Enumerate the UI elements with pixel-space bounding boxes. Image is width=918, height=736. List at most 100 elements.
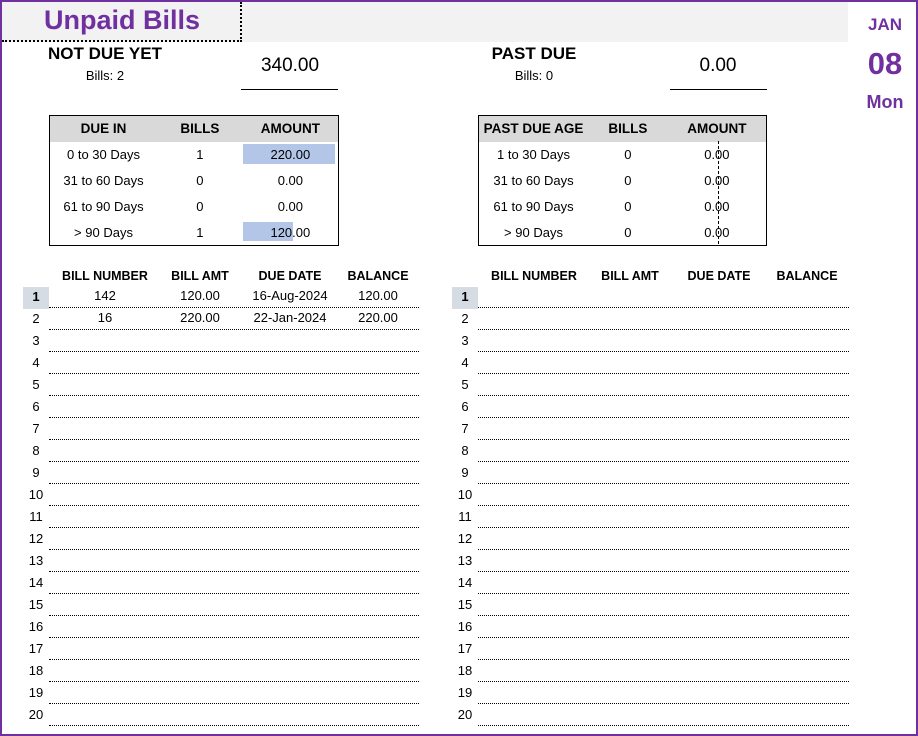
age-bills[interactable]: 1 bbox=[157, 220, 243, 246]
page-title: Unpaid Bills bbox=[44, 5, 201, 35]
row-underline bbox=[478, 395, 849, 396]
left-header-balance: BALANCE bbox=[347, 269, 409, 283]
row-number[interactable]: 3 bbox=[23, 331, 49, 353]
bill-due-date[interactable]: 22-Jan-2024 bbox=[245, 308, 335, 328]
col-header: DUE IN bbox=[49, 115, 158, 142]
row-number[interactable]: 17 bbox=[23, 639, 49, 661]
row-number[interactable]: 6 bbox=[23, 397, 49, 419]
row-number[interactable]: 15 bbox=[452, 595, 478, 617]
bill-due-date[interactable]: 16-Aug-2024 bbox=[245, 286, 335, 306]
row-number[interactable]: 10 bbox=[452, 485, 478, 507]
row-underline bbox=[49, 461, 419, 462]
row-number[interactable]: 20 bbox=[23, 705, 49, 727]
row-underline bbox=[478, 417, 849, 418]
row-number[interactable]: 1 bbox=[23, 287, 49, 309]
row-number[interactable]: 11 bbox=[23, 507, 49, 529]
row-underline bbox=[49, 615, 419, 616]
row-underline bbox=[49, 527, 419, 528]
age-bills[interactable]: 0 bbox=[588, 168, 668, 194]
past-due-bills-count: Bills: 0 bbox=[514, 68, 554, 83]
row-number[interactable]: 14 bbox=[452, 573, 478, 595]
row-number[interactable]: 7 bbox=[452, 419, 478, 441]
date-weekday: Mon bbox=[866, 92, 904, 112]
age-amount[interactable]: 220.00 bbox=[242, 142, 339, 168]
row-number[interactable]: 7 bbox=[23, 419, 49, 441]
row-number[interactable]: 4 bbox=[452, 353, 478, 375]
row-number[interactable]: 12 bbox=[23, 529, 49, 551]
row-underline bbox=[49, 549, 419, 550]
row-underline bbox=[49, 659, 419, 660]
age-bills[interactable]: 0 bbox=[588, 142, 668, 168]
row-number[interactable]: 13 bbox=[452, 551, 478, 573]
row-number[interactable]: 8 bbox=[452, 441, 478, 463]
row-underline bbox=[49, 483, 419, 484]
row-underline bbox=[478, 307, 849, 308]
row-number[interactable]: 16 bbox=[23, 617, 49, 639]
row-number[interactable]: 11 bbox=[452, 507, 478, 529]
age-range[interactable]: 31 to 60 Days bbox=[50, 168, 158, 194]
row-number[interactable]: 13 bbox=[23, 551, 49, 573]
age-bills[interactable]: 0 bbox=[588, 220, 668, 246]
row-number[interactable]: 18 bbox=[23, 661, 49, 683]
row-number[interactable]: 12 bbox=[452, 529, 478, 551]
row-underline bbox=[49, 329, 419, 330]
age-amount-value: 0.00 bbox=[704, 224, 730, 240]
left-header-bill-number: BILL NUMBER bbox=[62, 269, 148, 283]
bill-bill-number[interactable]: 142 bbox=[50, 286, 160, 306]
age-range[interactable]: > 90 Days bbox=[50, 220, 158, 246]
row-number[interactable]: 10 bbox=[23, 485, 49, 507]
row-number[interactable]: 14 bbox=[23, 573, 49, 595]
age-range[interactable]: 61 to 90 Days bbox=[50, 194, 158, 220]
age-range[interactable]: 0 to 30 Days bbox=[50, 142, 158, 168]
row-number[interactable]: 16 bbox=[452, 617, 478, 639]
row-underline bbox=[49, 681, 419, 682]
row-number[interactable]: 15 bbox=[23, 595, 49, 617]
row-underline bbox=[49, 351, 419, 352]
row-number[interactable]: 4 bbox=[23, 353, 49, 375]
age-range[interactable]: 31 to 60 Days bbox=[479, 168, 589, 194]
row-underline bbox=[478, 439, 849, 440]
age-amount[interactable]: 120.00 bbox=[242, 220, 339, 246]
age-range[interactable]: 1 to 30 Days bbox=[479, 142, 589, 168]
row-number[interactable]: 19 bbox=[23, 683, 49, 705]
bill-balance[interactable]: 220.00 bbox=[338, 308, 418, 328]
bill-bill-amt[interactable]: 120.00 bbox=[160, 286, 240, 306]
age-range[interactable]: 61 to 90 Days bbox=[479, 194, 589, 220]
age-bills[interactable]: 0 bbox=[157, 168, 243, 194]
age-amount-value: 0.00 bbox=[704, 173, 730, 188]
row-underline bbox=[49, 725, 419, 726]
row-number[interactable]: 19 bbox=[452, 683, 478, 705]
row-underline bbox=[49, 439, 419, 440]
age-amount[interactable]: 0.00 bbox=[243, 194, 339, 220]
row-number[interactable]: 2 bbox=[23, 309, 49, 331]
row-underline bbox=[49, 703, 419, 704]
row-number[interactable]: 5 bbox=[452, 375, 478, 397]
row-underline bbox=[478, 329, 849, 330]
row-number[interactable]: 17 bbox=[452, 639, 478, 661]
row-underline bbox=[49, 373, 419, 374]
age-bills[interactable]: 1 bbox=[157, 142, 243, 168]
bill-bill-number[interactable]: 16 bbox=[50, 308, 160, 328]
age-amount[interactable]: 0.00 bbox=[243, 168, 339, 194]
row-number[interactable]: 18 bbox=[452, 661, 478, 683]
row-number[interactable]: 9 bbox=[23, 463, 49, 485]
age-bills[interactable]: 0 bbox=[588, 194, 668, 220]
row-underline bbox=[49, 417, 419, 418]
not-due-total: 340.00 bbox=[260, 55, 320, 76]
bill-balance[interactable]: 120.00 bbox=[338, 286, 418, 306]
age-range[interactable]: > 90 Days bbox=[479, 220, 589, 246]
row-number[interactable]: 3 bbox=[452, 331, 478, 353]
bill-bill-amt[interactable]: 220.00 bbox=[160, 308, 240, 328]
row-underline bbox=[478, 681, 849, 682]
row-number[interactable]: 6 bbox=[452, 397, 478, 419]
age-bills[interactable]: 0 bbox=[157, 194, 243, 220]
row-number[interactable]: 5 bbox=[23, 375, 49, 397]
row-number[interactable]: 20 bbox=[452, 705, 478, 727]
row-number[interactable]: 8 bbox=[23, 441, 49, 463]
date-month: JAN bbox=[867, 15, 902, 34]
not-due-total-underline bbox=[241, 89, 338, 90]
row-number[interactable]: 9 bbox=[452, 463, 478, 485]
row-underline bbox=[49, 637, 419, 638]
row-number[interactable]: 1 bbox=[452, 287, 478, 309]
row-number[interactable]: 2 bbox=[452, 309, 478, 331]
